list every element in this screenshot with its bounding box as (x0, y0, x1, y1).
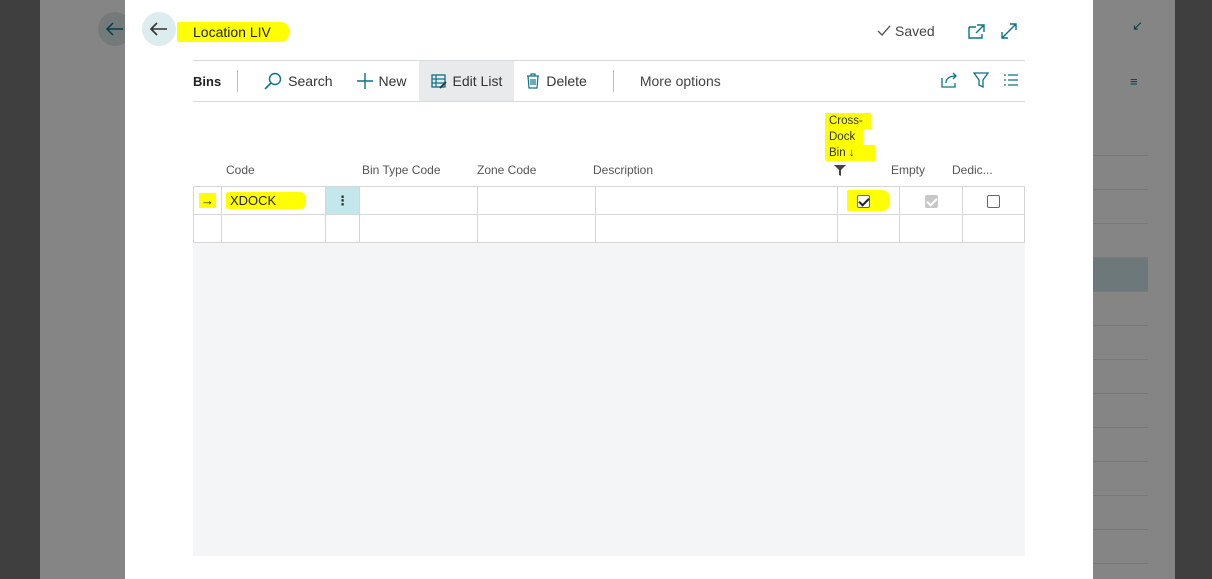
column-filter-icon (834, 163, 846, 181)
column-header-cross-dock-bin[interactable]: Cross- Dock Bin ↓ (825, 113, 875, 161)
list-icon (1004, 73, 1018, 86)
more-options-button[interactable]: More options (628, 61, 733, 101)
search-icon (264, 72, 282, 90)
cell-zone-code[interactable] (477, 214, 596, 243)
edit-list-label: Edit List (452, 73, 503, 89)
current-row-arrow-icon: → (199, 193, 216, 208)
share-icon (941, 72, 957, 88)
more-vertical-icon: ⋮ (336, 192, 349, 208)
toolbar-divider (237, 70, 239, 92)
filter-icon (972, 71, 990, 88)
open-new-window-button[interactable] (965, 19, 989, 43)
cell-description[interactable] (595, 186, 838, 215)
arrow-left-icon (150, 22, 167, 36)
share-button[interactable] (941, 72, 959, 91)
cross-dock-checkbox[interactable] (857, 195, 870, 209)
column-header-code[interactable]: Code (226, 163, 255, 177)
column-header-bin-type-code[interactable]: Bin Type Code (362, 163, 441, 177)
check-icon (877, 25, 891, 37)
cross-dock-header-line: Dock (825, 129, 864, 145)
toolbar-divider (612, 70, 614, 92)
trash-icon (527, 73, 540, 89)
column-header-empty[interactable]: Empty (891, 163, 925, 177)
saved-label: Saved (895, 23, 935, 39)
bins-grid: → XDOCK ⋮ (193, 186, 1025, 243)
search-button[interactable]: Search (252, 61, 344, 101)
search-label: Search (288, 73, 333, 89)
grid-empty-area (193, 242, 1025, 556)
edit-list-button[interactable]: Edit List (418, 61, 515, 101)
cell-cross-dock-bin[interactable] (837, 214, 900, 243)
cross-dock-highlight (847, 189, 890, 212)
row-indicator (193, 214, 222, 243)
toolbar-right-actions (941, 71, 1025, 91)
saved-status: Saved (877, 23, 935, 39)
back-button[interactable] (142, 12, 176, 46)
dedicated-checkbox[interactable] (987, 195, 1000, 209)
cell-row-actions (325, 214, 360, 243)
expand-button[interactable] (997, 19, 1021, 43)
table-row[interactable] (193, 214, 1025, 243)
table-row[interactable]: → XDOCK ⋮ (193, 186, 1025, 215)
cell-bin-type-code[interactable] (359, 214, 478, 243)
bins-section-label: Bins (193, 73, 222, 89)
list-view-button[interactable] (1003, 73, 1019, 90)
cell-bin-type-code[interactable] (359, 186, 478, 215)
page-title: Location LIV (177, 22, 289, 42)
new-label: New (378, 73, 407, 89)
cross-dock-header-line: Bin ↓ (825, 145, 875, 161)
cell-dedicated[interactable] (962, 186, 1025, 215)
delete-label: Delete (546, 73, 587, 89)
edit-list-icon (430, 74, 447, 89)
row-indicator: → (193, 186, 222, 215)
filter-button[interactable] (972, 71, 990, 91)
open-in-new-window-icon (968, 24, 985, 39)
plus-icon (356, 73, 373, 89)
expand-icon (1001, 23, 1017, 39)
row-actions-button[interactable]: ⋮ (325, 186, 360, 215)
bins-toolbar: Bins Search New Edit List Delete More op… (193, 60, 1025, 102)
column-header-description[interactable]: Description (593, 163, 653, 177)
empty-checkbox (924, 195, 938, 209)
column-header-zone-code[interactable]: Zone Code (477, 163, 536, 177)
location-card-dialog: Location LIV Saved Bins Search New Edit … (125, 0, 1093, 579)
delete-button[interactable]: Delete (514, 61, 598, 101)
code-value: XDOCK (226, 192, 307, 209)
cell-code[interactable] (221, 214, 326, 243)
cell-dedicated[interactable] (962, 214, 1025, 243)
new-button[interactable]: New (345, 61, 419, 101)
cell-code[interactable]: XDOCK (221, 186, 326, 215)
cross-dock-header-line: Cross- (825, 113, 871, 129)
cell-description[interactable] (595, 214, 838, 243)
column-header-dedicated[interactable]: Dedic... (952, 163, 993, 177)
more-options-label: More options (639, 73, 721, 89)
cell-cross-dock-bin[interactable] (837, 186, 900, 215)
cell-zone-code[interactable] (477, 186, 596, 215)
cell-empty (899, 214, 963, 243)
cell-empty (899, 186, 963, 215)
